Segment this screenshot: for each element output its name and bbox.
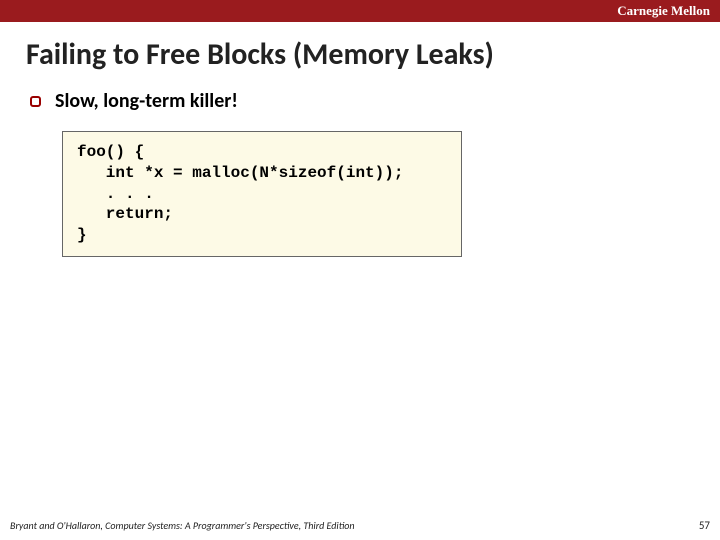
top-bar: Carnegie Mellon xyxy=(0,0,720,22)
slide: Carnegie Mellon Failing to Free Blocks (… xyxy=(0,0,720,540)
code-block: foo() { int *x = malloc(N*sizeof(int)); … xyxy=(62,131,462,257)
brand-label: Carnegie Mellon xyxy=(617,3,710,19)
slide-title: Failing to Free Blocks (Memory Leaks) xyxy=(0,22,720,89)
square-bullet-icon xyxy=(30,96,41,107)
page-number: 57 xyxy=(699,519,710,532)
code-content: foo() { int *x = malloc(N*sizeof(int)); … xyxy=(77,142,447,246)
bullet-item: Slow, long-term killer! xyxy=(0,89,720,113)
footer-credit: Bryant and O'Hallaron, Computer Systems:… xyxy=(10,519,355,532)
bullet-text: Slow, long-term killer! xyxy=(55,89,238,113)
footer: Bryant and O'Hallaron, Computer Systems:… xyxy=(10,519,710,532)
